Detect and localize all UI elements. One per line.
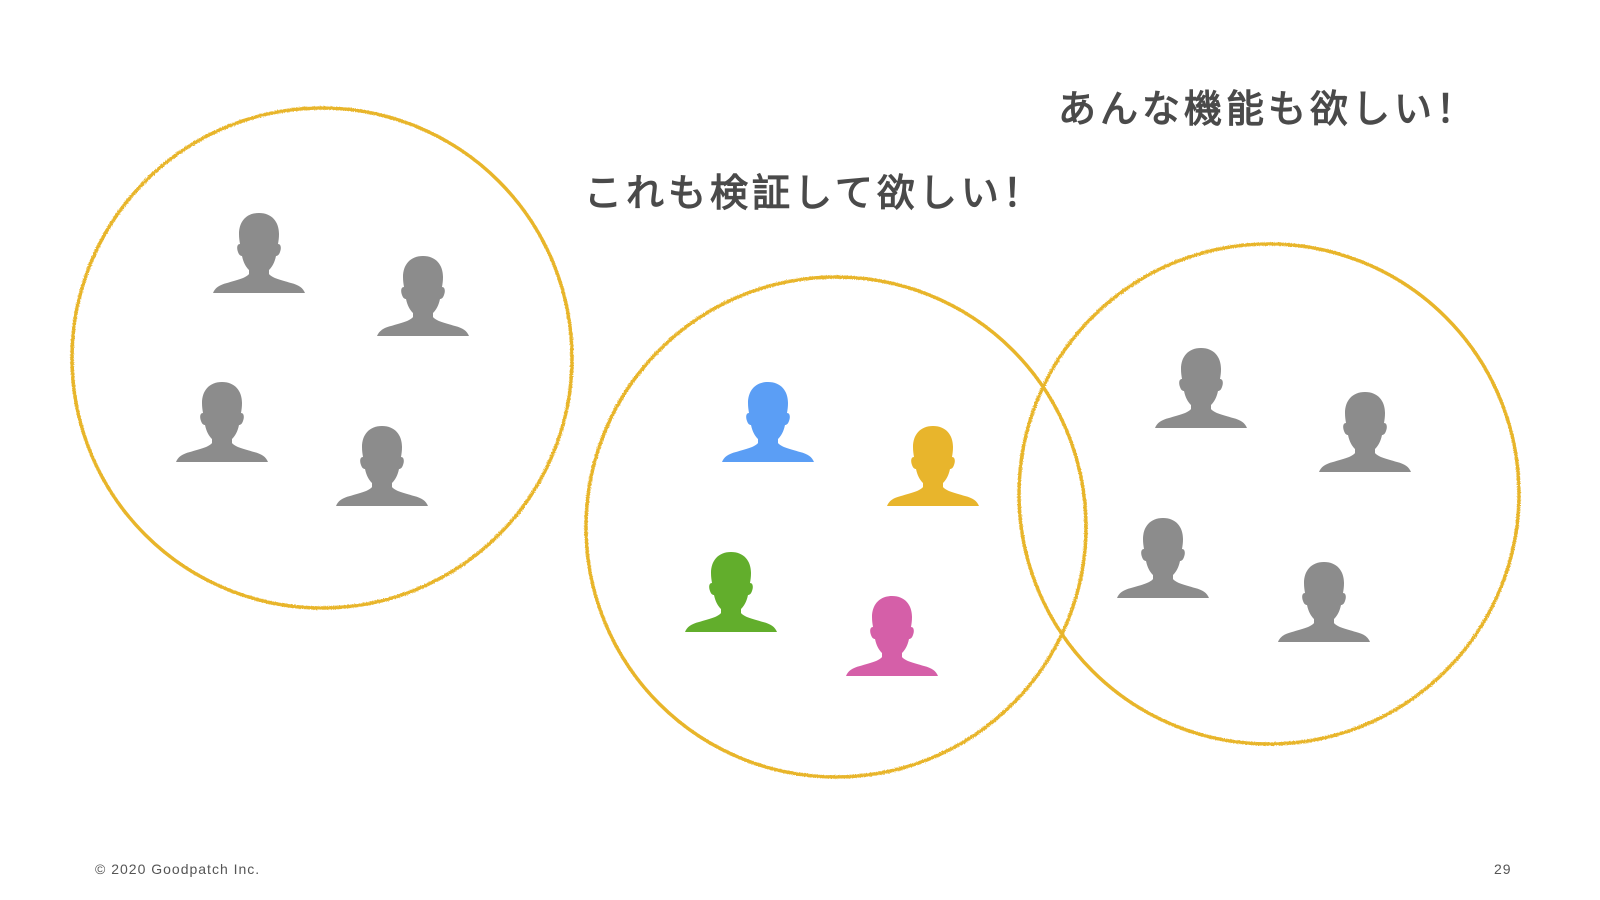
person-icon: [1117, 518, 1209, 598]
callout-verify-this-too: これも検証して欲しい！: [584, 171, 1045, 215]
slide: あんな機能も欲しい！ これも検証して欲しい！ © 2020 Goodpatch …: [0, 0, 1600, 900]
person-icon: [685, 552, 777, 632]
person-icon: [1319, 392, 1411, 472]
left-group-circle: [70, 106, 574, 610]
person-icon: [846, 596, 938, 676]
person-icon: [1155, 348, 1247, 428]
person-icon: [176, 382, 268, 462]
footer-page-number: 29: [1494, 861, 1512, 877]
venn-diagram: [70, 106, 1521, 779]
person-icon: [887, 426, 979, 506]
footer-copyright: © 2020 Goodpatch Inc.: [95, 861, 261, 877]
person-icon: [377, 256, 469, 336]
person-icon: [213, 213, 305, 293]
right-group-circle: [1017, 242, 1521, 746]
callout-want-that-feature: あんな機能も欲しい！: [1058, 87, 1479, 131]
middle-group-circle: [584, 275, 1088, 779]
person-icon: [1278, 562, 1370, 642]
person-icon: [336, 426, 428, 506]
person-icon: [722, 382, 814, 462]
